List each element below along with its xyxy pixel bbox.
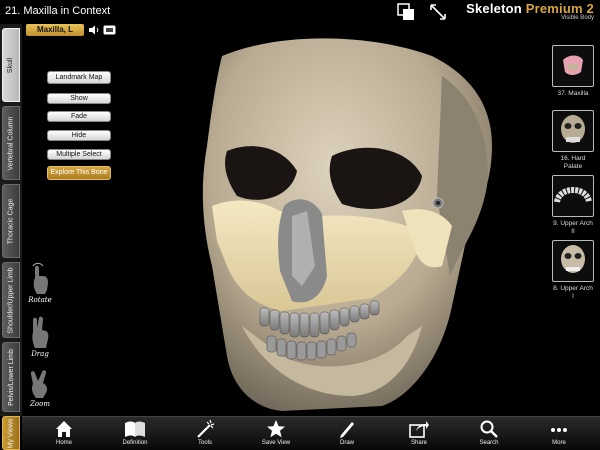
tab-skull[interactable]: Skull [2,28,20,102]
speaker-icon[interactable] [88,25,100,35]
upper-arch-ii-thumbnail-image [554,187,592,203]
settings-gear-icon[interactable] [431,196,445,210]
show-button[interactable]: Show [47,93,111,104]
category-tab-strip: Skull Vertebral Column Thoracic Cage Sho… [0,24,22,416]
tab-thoracic-cage[interactable]: Thoracic Cage [2,184,20,258]
brand-premium: Premium 2 [525,1,594,16]
book-icon [125,421,145,437]
tab-vertebral-column[interactable]: Vertebral Column [2,106,20,180]
drag-hand-icon [32,316,49,348]
definition-button[interactable]: Definition [110,419,160,446]
fullscreen-icon[interactable] [428,2,448,22]
fade-button[interactable]: Fade [47,111,111,122]
search-icon [480,420,498,438]
background-toggle-icon[interactable] [396,2,416,22]
save-view-button[interactable]: Save View [251,419,301,446]
star-icon [267,420,285,438]
hide-button[interactable]: Hide [47,130,111,141]
upper-arch-i-thumbnail-image [561,245,585,273]
magic-wand-icon [197,419,215,438]
screen-title: 21. Maxilla in Context [5,5,111,17]
thumbnail-upper-arch-ii[interactable]: 9. Upper Arch II [552,175,594,236]
draw-button[interactable]: Draw [322,419,372,446]
selected-bone-label[interactable]: Maxilla, L [26,24,84,36]
tools-button[interactable]: Tools [180,419,230,446]
rotate-gesture-hint: Rotate [27,260,53,304]
brand-logo: Skeleton Premium 2 Visible Body [466,1,594,21]
brand-main: Skeleton [466,1,522,16]
tab-my-views[interactable]: My Views [2,416,20,450]
thumbnail-upper-arch-i[interactable]: 8. Upper Arch I [552,240,594,301]
hard-palate-thumbnail-image [561,115,585,143]
thumbnail-maxilla[interactable]: 37. Maxilla [552,45,594,98]
home-icon [56,421,72,437]
share-icon [409,421,429,438]
home-button[interactable]: Home [39,419,89,446]
search-button[interactable]: Search [464,419,514,446]
rotate-hand-icon [32,262,48,294]
thumbnail-hard-palate[interactable]: 16. Hard Palate [552,110,594,171]
caption-icon[interactable] [103,25,116,35]
tab-pelvis-lower-limb[interactable]: Pelvis/Lower Limb [2,342,20,412]
more-button[interactable]: More [534,419,584,446]
more-dots-icon [551,428,567,432]
bottom-toolbar: Home Definition Tools Save View Draw Sha… [22,416,600,450]
explore-this-bone-button[interactable]: Explore This Bone [47,166,111,180]
zoom-hand-icon [30,370,47,398]
multiple-select-button[interactable]: Multiple Select [47,149,111,160]
landmark-map-button[interactable]: Landmark Map [47,71,111,84]
tab-shoulder-upper-limb[interactable]: Shoulder/Upper Limb [2,262,20,338]
share-button[interactable]: Share [394,419,444,446]
drag-gesture-hint: Drag [27,316,53,358]
zoom-gesture-hint: Zoom [27,368,53,408]
maxilla-thumbnail-image [563,55,583,75]
top-bar: 21. Maxilla in Context Skeleton Premium … [0,0,600,24]
pencil-icon [340,422,354,438]
